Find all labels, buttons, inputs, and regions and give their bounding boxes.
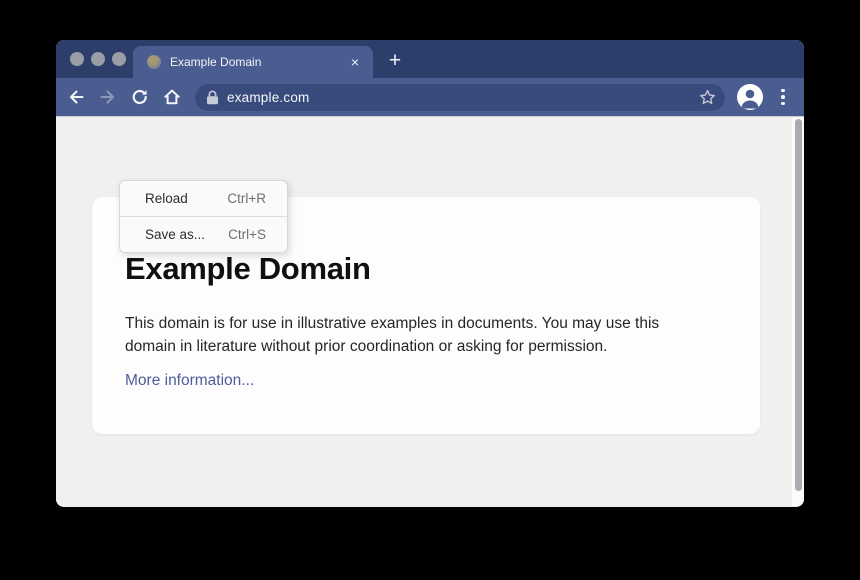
back-button[interactable] <box>62 83 90 111</box>
reload-icon <box>130 87 150 107</box>
profile-avatar-button[interactable] <box>737 84 763 110</box>
url-text[interactable]: example.com <box>227 90 698 105</box>
forward-arrow-icon <box>98 87 118 107</box>
traffic-lights <box>70 52 126 66</box>
window-close-button[interactable] <box>70 52 84 66</box>
home-button[interactable] <box>158 83 186 111</box>
more-information-link[interactable]: More information... <box>125 372 254 390</box>
kebab-dot <box>781 89 785 93</box>
tab-example-domain[interactable]: Example Domain × <box>133 46 373 78</box>
new-tab-button[interactable]: + <box>381 47 409 75</box>
window-titlebar: Example Domain × + <box>56 40 804 78</box>
browser-menu-button[interactable] <box>771 83 795 111</box>
scrollbar-thumb[interactable] <box>795 119 802 491</box>
browser-toolbar: example.com <box>56 78 804 117</box>
page-title: Example Domain <box>125 251 727 287</box>
tab-close-icon[interactable]: × <box>347 55 363 69</box>
reload-button[interactable] <box>126 83 154 111</box>
kebab-dot <box>781 95 785 99</box>
browser-window: Example Domain × + <box>56 40 804 507</box>
address-bar[interactable]: example.com <box>195 84 725 111</box>
back-arrow-icon <box>66 87 86 107</box>
bookmark-star-icon[interactable] <box>698 88 717 107</box>
forward-button[interactable] <box>94 83 122 111</box>
vertical-scrollbar[interactable] <box>792 117 804 506</box>
page-paragraph: This domain is for use in illustrative e… <box>125 312 711 358</box>
kebab-dot <box>781 102 785 106</box>
window-minimize-button[interactable] <box>91 52 105 66</box>
tab-title: Example Domain <box>170 55 347 69</box>
person-icon <box>737 84 763 110</box>
menu-item-save-as[interactable]: Save as... Ctrl+S <box>120 217 287 252</box>
home-icon <box>162 87 182 107</box>
menu-item-reload[interactable]: Reload Ctrl+R <box>120 181 287 216</box>
window-zoom-button[interactable] <box>112 52 126 66</box>
lock-icon <box>206 90 219 105</box>
globe-favicon-icon <box>147 55 161 69</box>
context-menu: Reload Ctrl+R Save as... Ctrl+S <box>119 180 288 253</box>
page-viewport: Example Domain This domain is for use in… <box>56 117 804 506</box>
